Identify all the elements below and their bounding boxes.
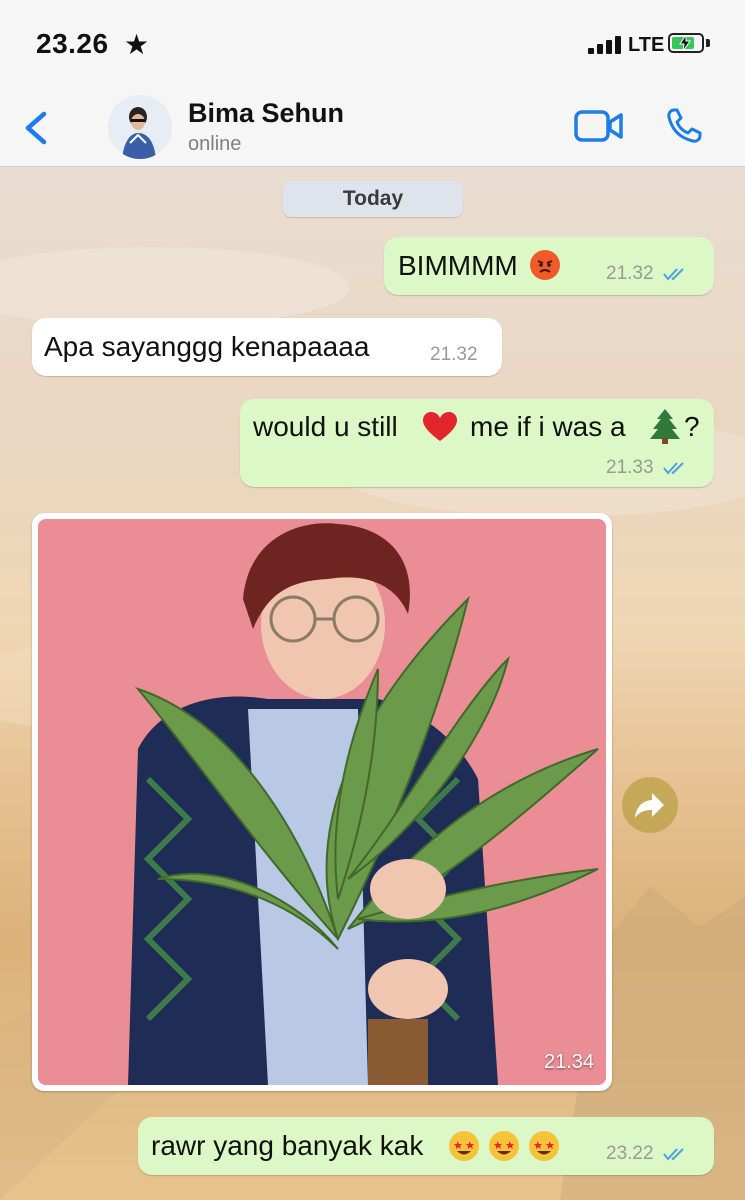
message-time: 21.32 bbox=[430, 344, 478, 365]
message-meta: 21.33 bbox=[606, 457, 691, 479]
message-text: rawr yang banyak kak bbox=[151, 1130, 424, 1161]
video-call-icon[interactable] bbox=[574, 108, 624, 144]
tree-emoji bbox=[648, 407, 682, 450]
message-text-end: ? bbox=[684, 411, 700, 442]
chat-photo[interactable]: 21.34 bbox=[38, 519, 606, 1085]
message-meta: 21.32 bbox=[606, 263, 691, 285]
day-divider: Today bbox=[283, 181, 463, 217]
network-label: LTE bbox=[628, 34, 665, 56]
phone-call-icon[interactable] bbox=[664, 106, 704, 146]
avatar[interactable] bbox=[108, 95, 172, 159]
battery-cap bbox=[706, 39, 710, 47]
message-text: Apa sayanggg kenapaaaa bbox=[44, 331, 370, 362]
heart-emoji bbox=[422, 411, 458, 448]
message-outgoing[interactable]: rawr yang banyak kak 23.22 bbox=[138, 1117, 714, 1175]
back-chevron-icon[interactable] bbox=[18, 106, 58, 150]
message-incoming[interactable]: Apa sayanggg kenapaaaa 21.32 bbox=[32, 318, 502, 376]
angry-emoji bbox=[530, 250, 560, 280]
contact-name[interactable]: Bima Sehun bbox=[188, 98, 344, 129]
status-time: 23.26 bbox=[36, 28, 109, 59]
forward-icon[interactable] bbox=[622, 777, 678, 833]
battery-icon bbox=[668, 33, 704, 53]
chat-header: Bima Sehun online bbox=[0, 88, 745, 167]
contact-status: online bbox=[188, 133, 242, 155]
message-meta: 23.22 bbox=[606, 1143, 691, 1165]
status-bar: 23.26 ★ LTE bbox=[0, 0, 745, 88]
signal-icon bbox=[588, 34, 624, 54]
read-ticks-icon bbox=[663, 1148, 684, 1161]
message-text: BIMMMM bbox=[398, 250, 518, 281]
image-message[interactable]: 21.34 bbox=[32, 513, 612, 1091]
star-struck-emoji bbox=[448, 1130, 560, 1167]
message-text-part2: me if i was a bbox=[470, 411, 626, 442]
chat-area[interactable]: Today BIMMMM 21.32 Apa sayanggg kenapaaa… bbox=[0, 167, 745, 1200]
message-outgoing[interactable]: BIMMMM 21.32 bbox=[384, 237, 714, 295]
read-ticks-icon bbox=[663, 462, 684, 475]
message-time: 21.33 bbox=[606, 457, 654, 478]
message-text-part1: would u still bbox=[253, 411, 398, 442]
star-icon: ★ bbox=[124, 29, 150, 60]
message-outgoing[interactable]: would u still me if i was a ? 21.33 bbox=[240, 399, 714, 487]
message-time: 21.32 bbox=[606, 263, 654, 284]
read-ticks-icon bbox=[663, 268, 684, 281]
image-time: 21.34 bbox=[544, 1051, 595, 1073]
message-time: 23.22 bbox=[606, 1143, 654, 1164]
